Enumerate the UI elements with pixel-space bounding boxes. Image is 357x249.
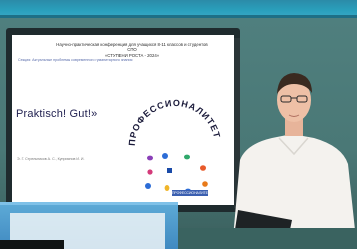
slide-logo-badge: ПРОФЕССИОНАЛИТЕТ <box>172 190 210 196</box>
slide-header-line-1: Научно-практическая конференция для учащ… <box>56 42 208 53</box>
logo-dot-blue <box>162 153 168 159</box>
logo-dot-green <box>184 154 190 160</box>
logo-dot-orange <box>200 165 206 171</box>
logo-arc-text: ПРОФЕССИОНАЛИТЕТ <box>127 98 222 146</box>
top-frame <box>0 0 357 18</box>
logo-dot-purple <box>147 155 153 161</box>
slide-logo-badge-text: ПРОФЕССИОНАЛИТЕТ <box>172 191 210 195</box>
slide-subline: Секция: Актуальные проблемы современного… <box>18 58 133 62</box>
classroom-photo: Научно-практическая конференция для учащ… <box>0 0 357 249</box>
presenter-person <box>232 73 357 249</box>
slide-header: Научно-практическая конференция для учащ… <box>52 42 212 58</box>
logo-dot-blue-2 <box>145 183 151 189</box>
logo-dot-yellow <box>164 185 170 191</box>
slide-title: Praktisch! Gut!» <box>16 108 98 120</box>
slide-caption: Э. Г. Стрельников А. С., Куприянов И. И. <box>17 157 85 161</box>
logo-arc-textpath: ПРОФЕССИОНАЛИТЕТ <box>127 98 221 146</box>
logo-dot-orange-2 <box>202 181 208 187</box>
presentation-screen: Научно-практическая конференция для учащ… <box>12 35 234 205</box>
professionalitet-logo-graphic: ПРОФЕССИОНАЛИТЕТ <box>127 98 222 194</box>
lower-wall <box>178 228 357 249</box>
logo-square-blue <box>167 168 172 173</box>
logo-dot-pink <box>147 169 153 175</box>
foreground-dark-object <box>0 240 64 249</box>
